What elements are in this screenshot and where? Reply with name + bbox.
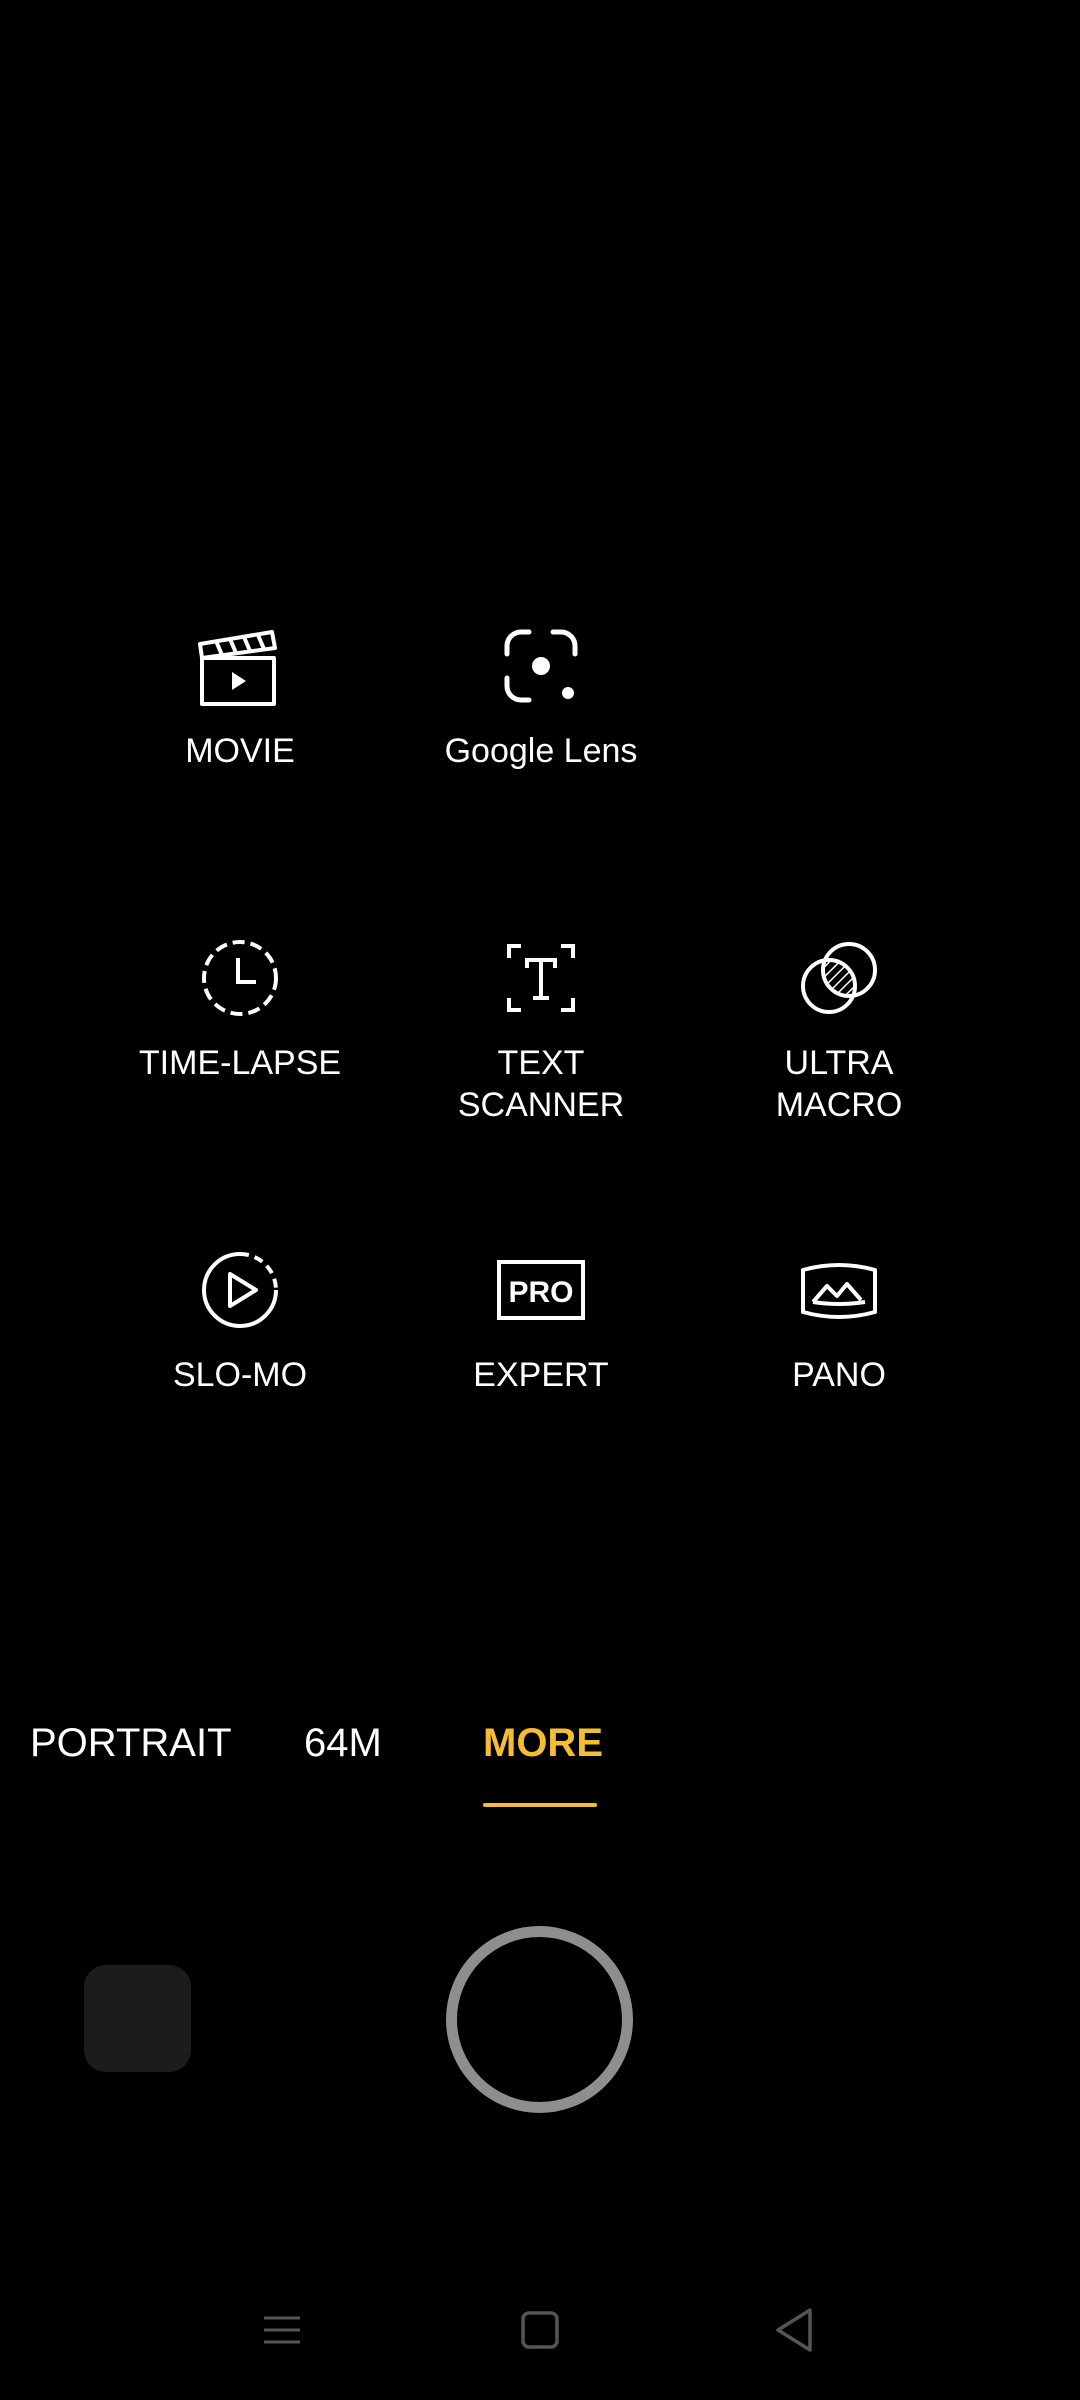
active-tab-underline	[483, 1803, 597, 1807]
clapperboard-icon	[198, 630, 277, 706]
shutter-button[interactable]	[446, 1926, 633, 2113]
overlapping-circles-icon	[801, 942, 877, 1014]
text-scan-icon	[507, 944, 575, 1012]
mode-pano-label: PANO	[792, 1356, 886, 1394]
pro-badge-icon: PRO	[497, 1260, 585, 1320]
panorama-icon	[801, 1263, 877, 1319]
dashed-play-icon	[202, 1252, 278, 1328]
mode-ultra-macro-label: ULTRA MACRO	[775, 1044, 903, 1124]
tab-more[interactable]: MORE	[483, 1718, 603, 1768]
gallery-thumbnail[interactable]	[84, 1965, 191, 2072]
mode-slo-mo-label: SLO-MO	[172, 1356, 308, 1394]
back-triangle-icon[interactable]	[766, 2300, 826, 2360]
svg-text:PRO: PRO	[508, 1276, 573, 1309]
mode-movie-label: MOVIE	[185, 732, 295, 770]
dashed-clock-icon	[202, 940, 278, 1016]
mode-time-lapse-label: TIME-LAPSE	[138, 1044, 342, 1082]
menu-icon[interactable]	[252, 2300, 312, 2360]
mode-google-lens-label: Google Lens	[444, 732, 638, 770]
tab-64m[interactable]: 64M	[304, 1718, 382, 1768]
google-lens-icon	[504, 629, 578, 703]
mode-text-scanner-label: TEXT SCANNER	[457, 1044, 625, 1124]
mode-expert-label: EXPERT	[473, 1356, 609, 1394]
home-square-icon[interactable]	[510, 2300, 570, 2360]
tab-portrait[interactable]: PORTRAIT	[30, 1718, 232, 1768]
